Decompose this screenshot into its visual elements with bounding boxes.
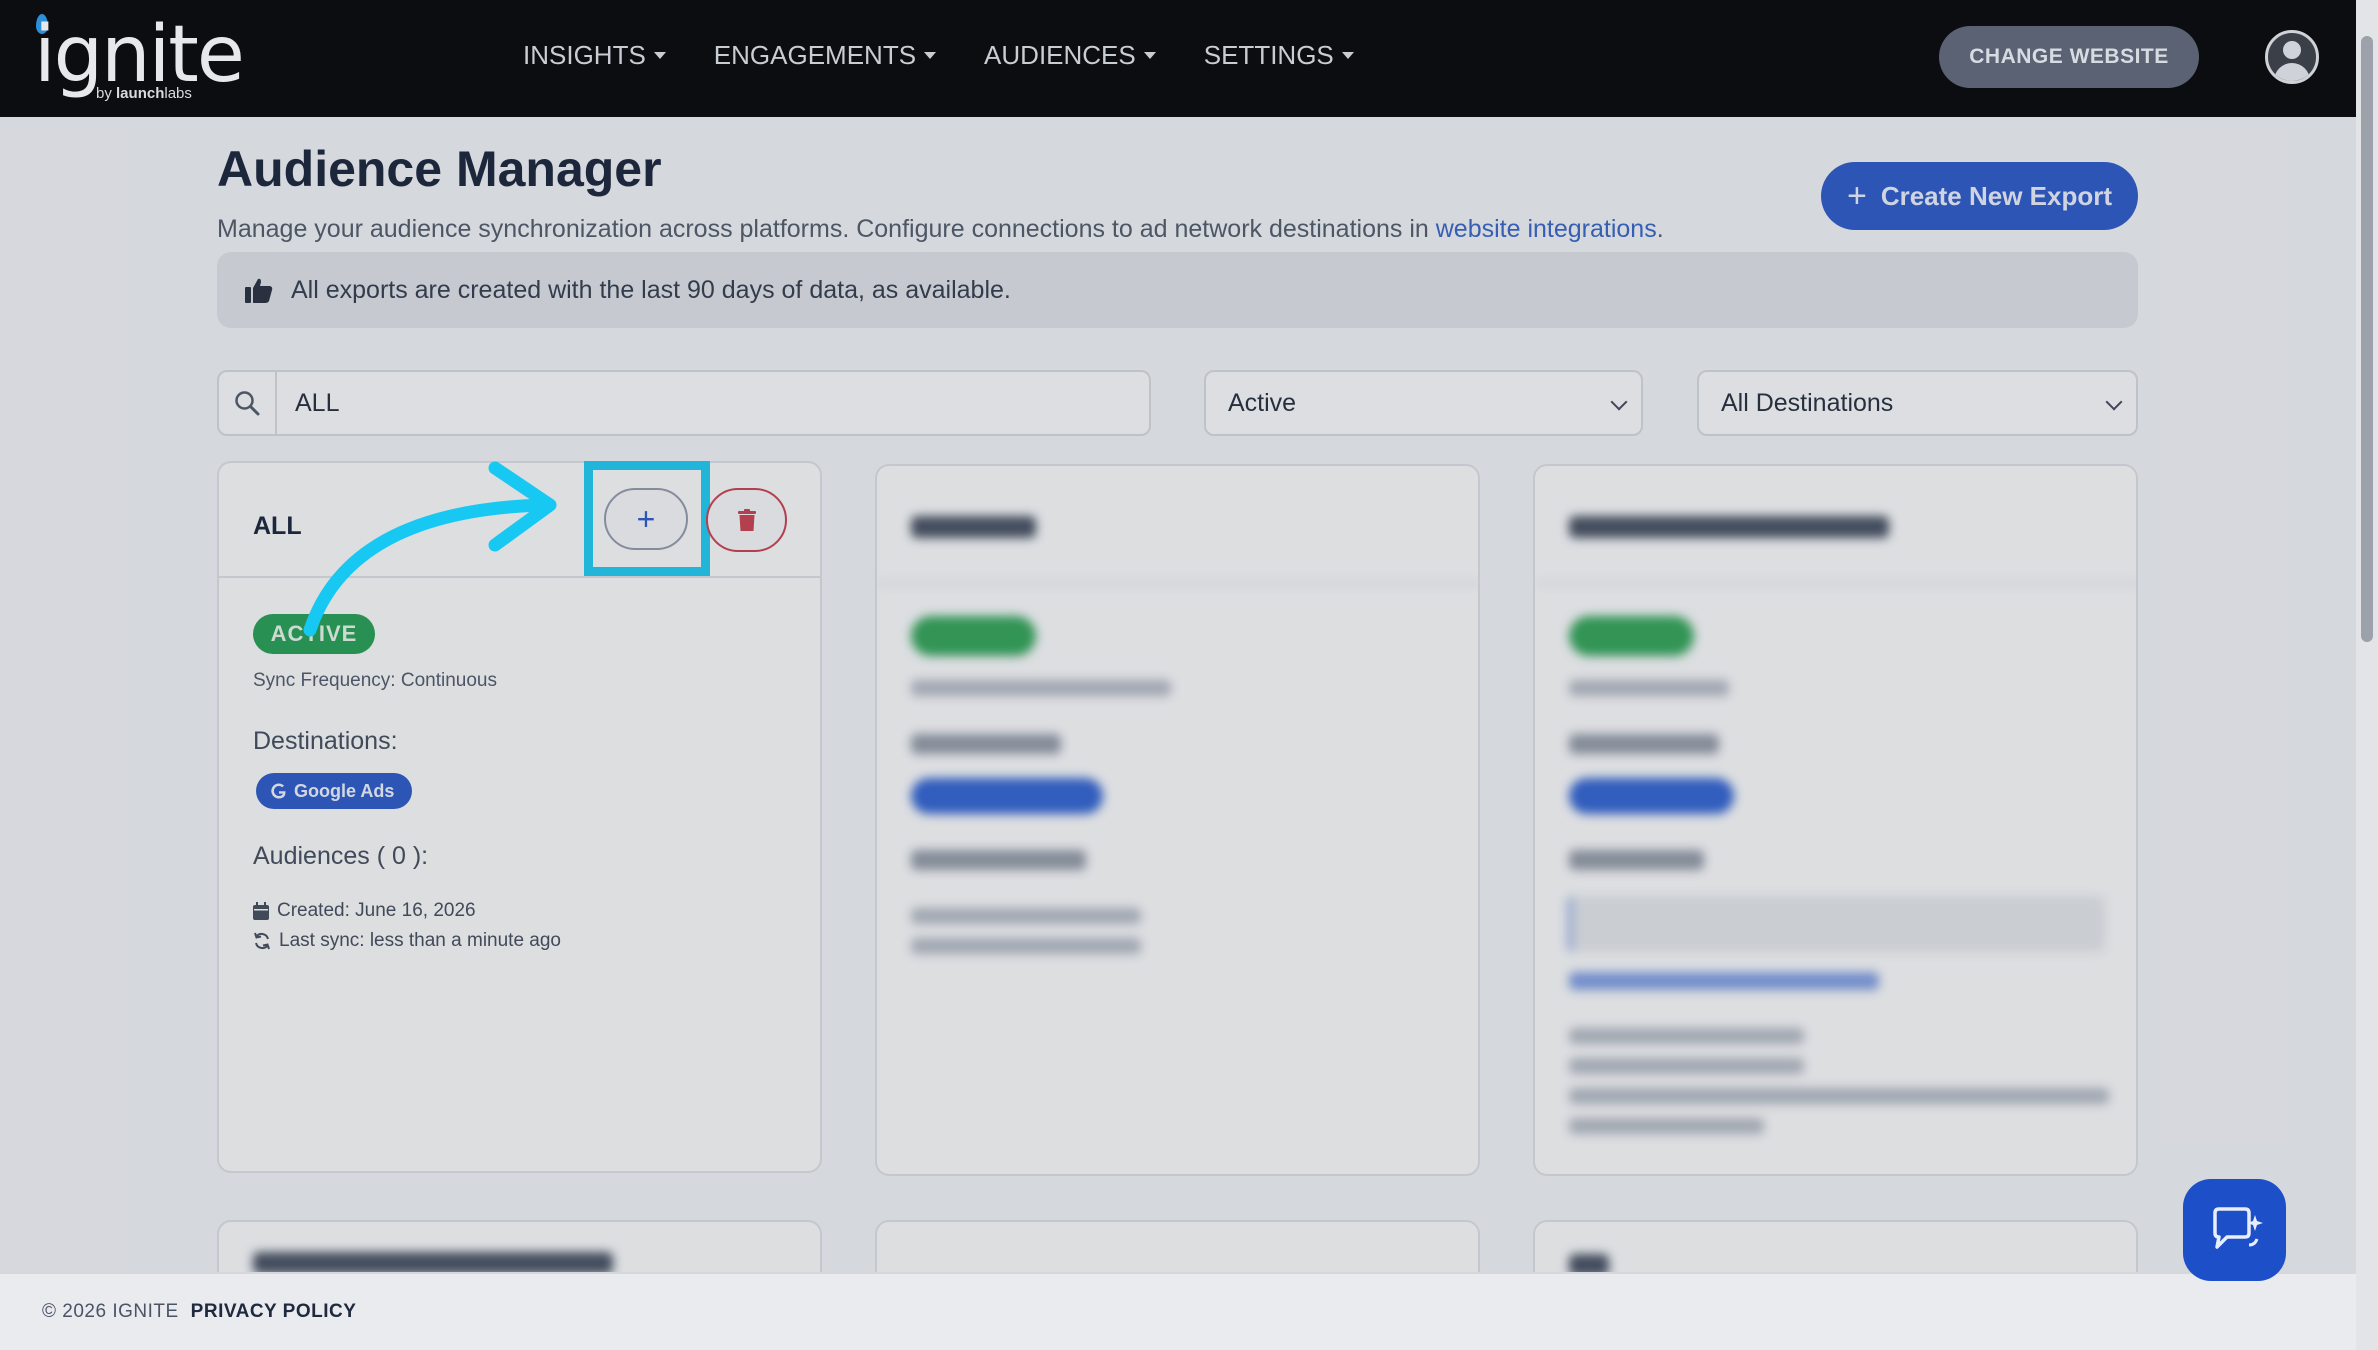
destination-badge: Google Ads <box>256 773 413 809</box>
caret-down-icon <box>1143 52 1156 59</box>
pointer-arrow-icon <box>303 461 557 637</box>
calendar-icon <box>253 902 269 920</box>
thumbs-up-icon <box>245 278 273 303</box>
info-text: All exports are created with the last 90… <box>291 275 1011 304</box>
logo-byline: by launchlabs <box>96 85 192 102</box>
export-card-blurred <box>1533 464 2138 1176</box>
highlight-box <box>584 461 710 576</box>
caret-down-icon <box>653 52 666 59</box>
caret-down-icon <box>924 52 937 59</box>
chevron-down-icon <box>2105 393 2123 411</box>
search-input[interactable] <box>277 388 1127 418</box>
create-new-export-button[interactable]: + Create New Export <box>1821 162 2138 230</box>
delete-export-button[interactable] <box>706 488 787 552</box>
change-website-button[interactable]: CHANGE WEBSITE <box>1939 26 2199 88</box>
top-navbar: ignite by launchlabs INSIGHTS ENGAGEMENT… <box>0 0 2356 117</box>
destinations-label: Destinations: <box>253 727 398 755</box>
scrollbar-thumb[interactable] <box>2361 36 2373 642</box>
website-integrations-link[interactable]: website integrations <box>1436 215 1657 243</box>
privacy-policy-link[interactable]: PRIVACY POLICY <box>191 1301 357 1323</box>
audiences-label: Audiences ( 0 ): <box>253 842 429 870</box>
chevron-down-icon <box>1610 393 1628 411</box>
search-field <box>217 370 1151 436</box>
export-card-blurred <box>875 464 1480 1176</box>
chat-support-button[interactable] <box>2183 1179 2286 1281</box>
copyright-text: © 2026 IGNITE <box>42 1301 179 1322</box>
user-avatar-icon[interactable] <box>2265 30 2319 84</box>
caret-down-icon <box>1341 52 1354 59</box>
ignite-logo[interactable]: ignite by launchlabs <box>34 10 245 105</box>
search-icon <box>219 372 277 434</box>
google-icon <box>271 783 286 799</box>
last-sync-line: Last sync: less than a minute ago <box>253 930 561 952</box>
plus-icon: + <box>1846 177 1867 215</box>
nav-settings[interactable]: SETTINGS <box>1204 40 1354 71</box>
sync-frequency: Sync Frequency: Continuous <box>253 670 497 691</box>
trash-icon <box>737 509 756 531</box>
page-title: Audience Manager <box>217 141 662 197</box>
main-nav: INSIGHTS ENGAGEMENTS AUDIENCES SETTINGS <box>523 40 1402 71</box>
chat-icon <box>2212 1207 2263 1249</box>
status-select[interactable]: Active <box>1204 370 1643 436</box>
footer: © 2026 IGNITE PRIVACY POLICY <box>0 1272 2356 1350</box>
page-description: Manage your audience synchronization acr… <box>217 215 1664 243</box>
nav-engagements[interactable]: ENGAGEMENTS <box>714 40 937 71</box>
info-banner: All exports are created with the last 90… <box>217 252 2138 328</box>
nav-insights[interactable]: INSIGHTS <box>523 40 666 71</box>
created-line: Created: June 16, 2026 <box>253 900 476 922</box>
nav-audiences[interactable]: AUDIENCES <box>984 40 1156 71</box>
sync-icon <box>254 932 270 950</box>
destination-select[interactable]: All Destinations <box>1697 370 2138 436</box>
